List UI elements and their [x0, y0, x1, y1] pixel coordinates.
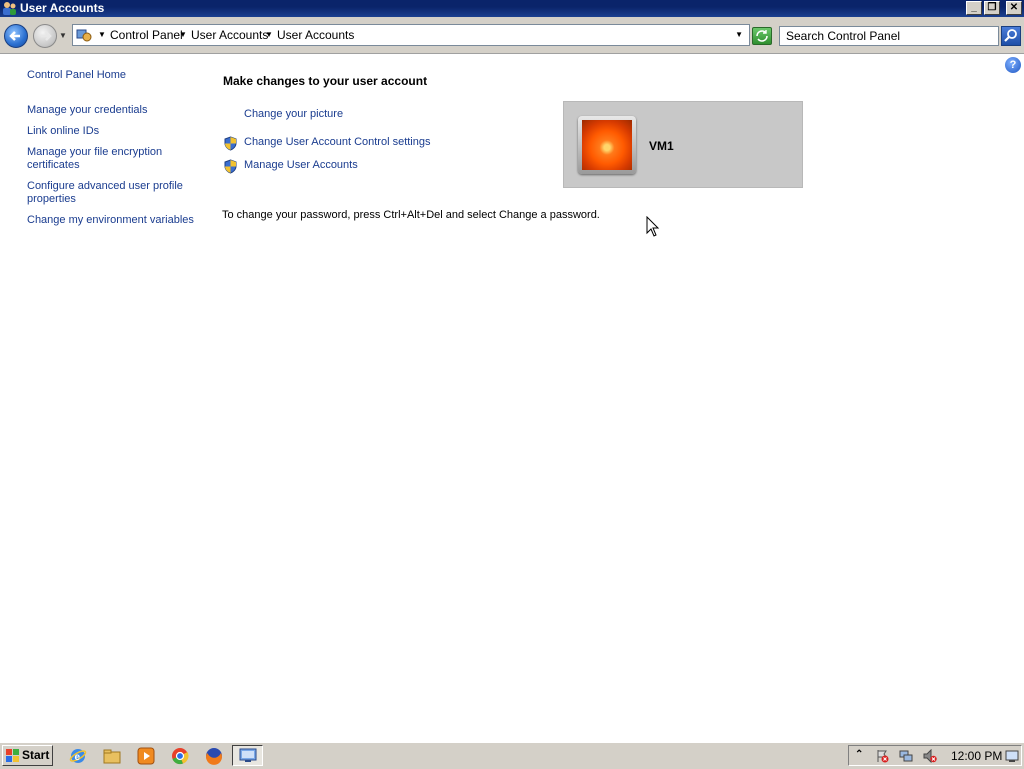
network-icon[interactable]: [899, 749, 913, 763]
start-button[interactable]: Start: [2, 745, 53, 766]
forward-button[interactable]: [33, 24, 57, 48]
uac-shield-icon: [224, 159, 237, 174]
media-player-icon[interactable]: [137, 747, 155, 765]
taskbar: Start e ⌃ 12:00 PM: [0, 742, 1024, 769]
control-panel-icon: [76, 29, 92, 42]
control-panel-home-link[interactable]: Control Panel Home: [27, 69, 207, 82]
back-arrow-icon: [9, 31, 20, 41]
close-button[interactable]: ✕: [1006, 1, 1022, 15]
address-bar[interactable]: ▼ Control Panel ▼ User Accounts ▼ User A…: [72, 24, 750, 46]
password-instructions: To change your password, press Ctrl+Alt+…: [222, 209, 600, 221]
user-accounts-icon: [3, 2, 16, 15]
help-icon[interactable]: ?: [1005, 57, 1021, 73]
clock[interactable]: 12:00 PM: [951, 749, 1002, 763]
restore-icon: ❐: [987, 2, 997, 13]
chrome-icon[interactable]: [171, 747, 189, 765]
control-panel-taskbar-button[interactable]: [232, 745, 263, 766]
action-center-icon[interactable]: [875, 749, 889, 763]
start-label: Start: [22, 748, 50, 762]
breadcrumb-user-accounts[interactable]: User Accounts: [191, 28, 268, 42]
internet-explorer-icon[interactable]: e: [69, 747, 87, 765]
breadcrumb-separator-icon[interactable]: ▼: [98, 30, 106, 39]
file-encryption-certificates-link[interactable]: Manage your file encryption certificates: [27, 146, 177, 172]
breadcrumb-user-accounts-current[interactable]: User Accounts: [277, 28, 354, 42]
page-title: Make changes to your user account: [223, 74, 428, 88]
uac-settings-link[interactable]: Change User Account Control settings: [244, 136, 431, 148]
refresh-icon: [756, 30, 768, 42]
back-button[interactable]: [4, 24, 28, 48]
search-button[interactable]: [1001, 26, 1021, 46]
volume-muted-icon[interactable]: [923, 749, 937, 763]
show-hidden-icons-icon[interactable]: ⌃: [855, 749, 869, 763]
breadcrumb-separator-icon[interactable]: ▼: [265, 30, 273, 39]
close-icon: ✕: [1009, 2, 1019, 13]
manage-credentials-link[interactable]: Manage your credentials: [27, 104, 207, 117]
flower-picture: [582, 120, 632, 170]
system-tray: ⌃ 12:00 PM: [848, 745, 1022, 766]
manage-user-accounts-link[interactable]: Manage User Accounts: [244, 159, 358, 171]
title-bar[interactable]: User Accounts _ ❐ ✕: [0, 0, 1024, 17]
user-name: VM1: [649, 139, 674, 153]
link-online-ids-link[interactable]: Link online IDs: [27, 125, 207, 138]
maximize-button[interactable]: ❐: [984, 1, 1000, 15]
window-title: User Accounts: [20, 1, 105, 15]
uac-shield-icon: [224, 136, 237, 151]
address-history-dropdown-icon[interactable]: ▼: [735, 30, 743, 39]
minimize-button[interactable]: _: [966, 1, 982, 15]
recent-pages-dropdown-icon[interactable]: ▼: [59, 31, 67, 40]
left-navigation-pane: Control Panel Home Manage your credentia…: [27, 69, 207, 227]
minimize-icon: _: [971, 2, 977, 13]
environment-variables-link[interactable]: Change my environment variables: [27, 214, 207, 227]
search-input[interactable]: Search Control Panel: [779, 26, 999, 46]
mouse-cursor-icon: [646, 216, 660, 237]
show-desktop-icon[interactable]: [1005, 749, 1019, 763]
control-panel-icon: [239, 748, 257, 762]
user-picture[interactable]: [578, 116, 636, 174]
search-icon: [1004, 29, 1017, 42]
breadcrumb-control-panel[interactable]: Control Panel: [110, 28, 183, 42]
firefox-icon[interactable]: [205, 747, 223, 765]
refresh-button[interactable]: [752, 27, 772, 45]
windows-explorer-icon[interactable]: [103, 747, 121, 765]
advanced-user-profile-link[interactable]: Configure advanced user profile properti…: [27, 180, 192, 206]
svg-text:e: e: [75, 752, 81, 763]
navigation-bar: ▼ ▼ Control Panel ▼ User Accounts ▼ User…: [0, 17, 1024, 54]
user-account-tile: VM1: [563, 101, 803, 188]
forward-arrow-icon: [41, 31, 52, 41]
change-picture-link[interactable]: Change your picture: [244, 108, 343, 120]
windows-logo-icon: [6, 749, 19, 762]
breadcrumb-separator-icon[interactable]: ▼: [179, 30, 187, 39]
